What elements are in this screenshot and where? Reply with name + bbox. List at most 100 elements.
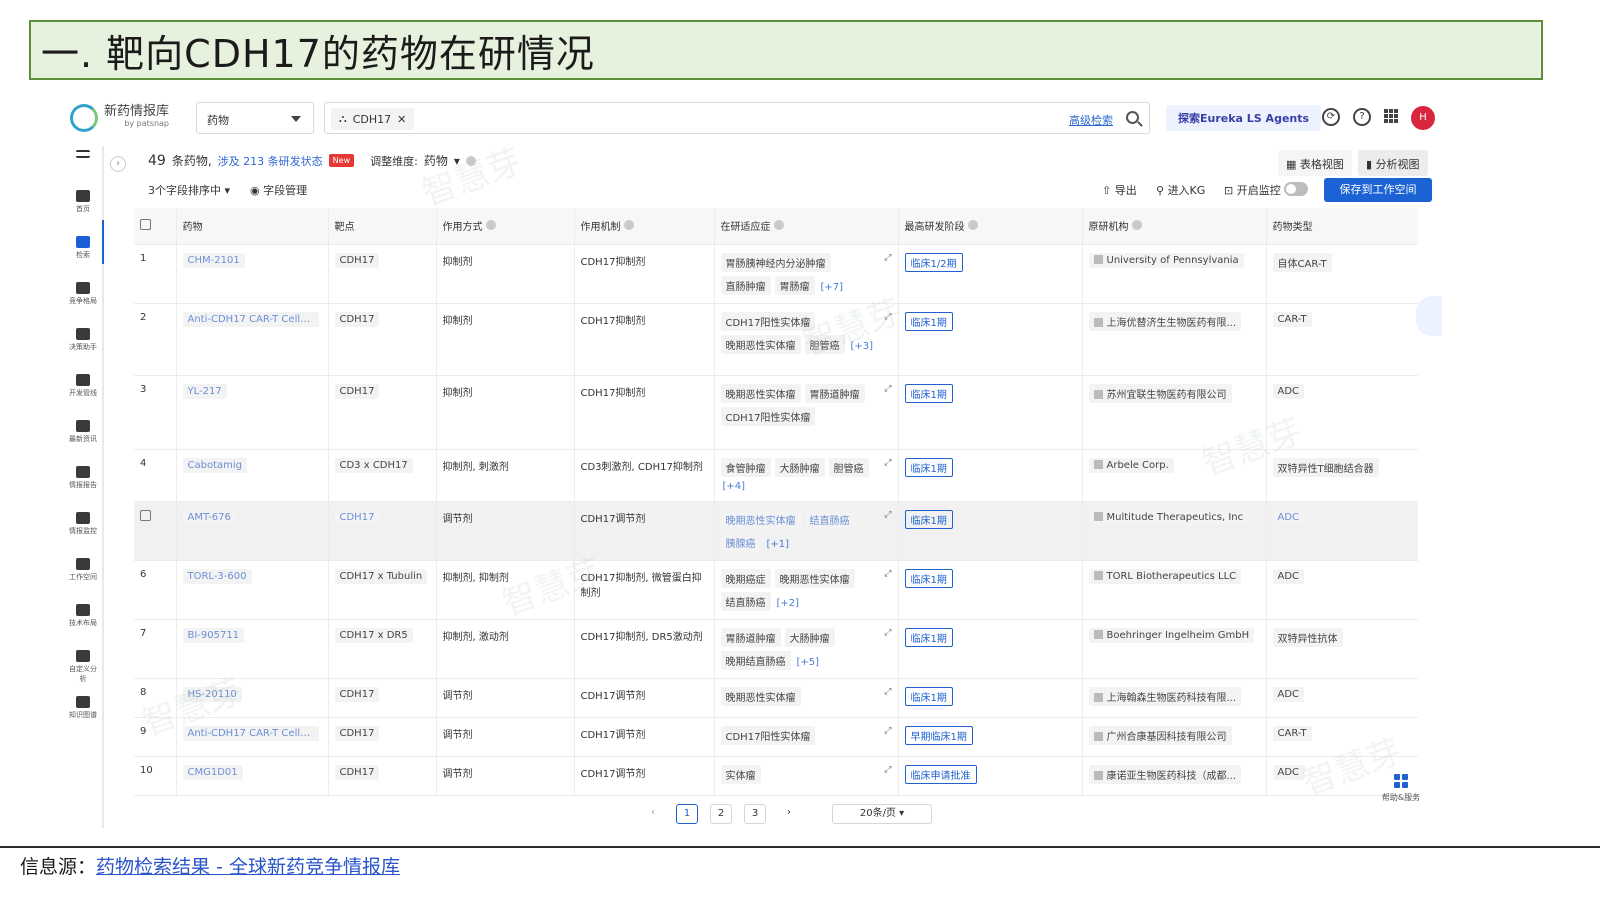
column-header[interactable]: 作用方式	[436, 208, 575, 244]
field-manage-button[interactable]: ◉ 字段管理	[250, 182, 307, 198]
drug-link[interactable]: HS-20110	[182, 686, 242, 702]
indication-tag[interactable]: 结直肠癌	[720, 591, 771, 611]
sidebar-menu-toggle[interactable]	[66, 150, 100, 160]
drug-type-tag[interactable]: ADC	[1272, 509, 1305, 525]
stage-badge[interactable]: 临床1期	[904, 509, 953, 529]
column-header[interactable]: 药物类型	[1266, 208, 1418, 244]
expand-icon[interactable]: ⤢	[884, 687, 891, 697]
collapse-sidebar-button[interactable]: ›	[110, 156, 126, 172]
analysis-view-button[interactable]: ▮ 分析视图	[1358, 150, 1428, 176]
org-tag[interactable]: 康诺亚生物医药科技（成都...	[1088, 764, 1242, 784]
help-icon[interactable]: ?	[1353, 108, 1371, 126]
stage-badge[interactable]: 临床1期	[904, 686, 953, 706]
column-header[interactable]: 靶点	[328, 208, 437, 244]
org-tag[interactable]: Multitude Therapeutics, Inc	[1088, 509, 1249, 525]
page-size-select[interactable]: 20条/页 ▾	[832, 804, 932, 824]
table-row[interactable]: 2 Anti-CDH17 CAR-T Cell(... CDH17 抑制剂 CD…	[134, 302, 1418, 375]
assistant-bot-button[interactable]	[1416, 296, 1442, 336]
org-tag[interactable]: 上海翰森生物医药科技有限...	[1088, 686, 1242, 706]
sidebar-item-decision[interactable]: 决策助手	[66, 328, 100, 352]
column-header[interactable]: 最高研发阶段	[898, 208, 1083, 244]
org-tag[interactable]: University of Pennsylvania	[1088, 252, 1244, 268]
indication-tag[interactable]: 直肠肿瘤	[720, 275, 771, 295]
table-row[interactable]: 4 Cabotamig CD3 x CDH17 抑制剂, 刺激剂 CD3刺激剂,…	[134, 448, 1418, 501]
more-indications-link[interactable]: [+4]	[723, 481, 746, 492]
export-button[interactable]: ⇧ 导出	[1102, 182, 1137, 198]
indication-tag[interactable]: 晚期恶性实体瘤	[720, 686, 801, 706]
table-row[interactable]: AMT-676 CDH17 调节剂 CDH17调节剂 ⤢ 晚期恶性实体瘤 结直肠癌胰…	[134, 500, 1418, 560]
page-button[interactable]: 2	[710, 804, 732, 824]
search-icon[interactable]	[1126, 111, 1139, 124]
sidebar-item-monitor[interactable]: 情报监控	[66, 512, 100, 536]
drug-link[interactable]: Cabotamig	[182, 457, 247, 473]
org-tag[interactable]: 苏州宜联生物医药有限公司	[1088, 383, 1232, 403]
column-header[interactable]: 作用机制	[574, 208, 715, 244]
target-tag[interactable]: CDH17 x Tubulin	[334, 568, 428, 584]
apps-grid-icon[interactable]	[1384, 109, 1398, 123]
source-link[interactable]: 药物检索结果 - 全球新药竞争情报库	[96, 856, 400, 878]
dimension-select[interactable]: 药物	[424, 152, 448, 169]
drug-link[interactable]: AMT-676	[182, 509, 236, 525]
info-icon[interactable]	[623, 220, 634, 231]
indication-tag[interactable]: 胆管癌	[828, 457, 869, 477]
info-icon[interactable]	[485, 220, 496, 231]
indication-tag[interactable]: 结直肠癌	[804, 509, 855, 529]
org-tag[interactable]: Arbele Corp.	[1088, 457, 1174, 473]
indication-tag[interactable]: 胰腺癌	[720, 532, 761, 552]
expand-icon[interactable]: ⤢	[884, 384, 891, 394]
drug-link[interactable]: TORL-3-600	[182, 568, 252, 584]
indication-tag[interactable]: 晚期癌症	[720, 568, 771, 588]
chevron-down-icon[interactable]: ▾	[454, 154, 460, 168]
drug-link[interactable]: CHM-2101	[182, 252, 245, 268]
info-icon[interactable]	[465, 155, 476, 166]
indication-tag[interactable]: 大肠肿瘤	[784, 627, 835, 647]
sidebar-item-custom-analysis[interactable]: 自定义分析	[66, 650, 100, 684]
target-tag[interactable]: CD3 x CDH17	[334, 457, 413, 473]
expand-icon[interactable]: ⤢	[884, 253, 891, 263]
help-service-button[interactable]: 帮助&服务	[1378, 774, 1424, 803]
sidebar-item-reports[interactable]: 情报报告	[66, 466, 100, 490]
drug-link[interactable]: Anti-CDH17 CAR-T Cell(...	[182, 725, 319, 741]
indication-tag[interactable]: 胃肠胰神经内分泌肿瘤	[720, 252, 831, 272]
drug-type-tag[interactable]: ADC	[1272, 383, 1305, 399]
drug-link[interactable]: YL-217	[182, 383, 227, 399]
more-indications-link[interactable]: [+7]	[821, 282, 844, 293]
stage-badge[interactable]: 临床1期	[904, 383, 953, 403]
more-indications-link[interactable]: [+2]	[777, 598, 800, 609]
target-tag[interactable]: CDH17	[334, 764, 380, 780]
sidebar-item-tech[interactable]: 技术布局	[66, 604, 100, 628]
drug-type-tag[interactable]: 双特异性抗体	[1272, 627, 1343, 647]
drug-type-tag[interactable]: 双特异性T细胞结合器	[1272, 457, 1379, 477]
sidebar-item-news[interactable]: 最新资讯	[66, 420, 100, 444]
next-page-button[interactable]: ›	[778, 804, 800, 824]
indication-tag[interactable]: 晚期恶性实体瘤	[720, 334, 801, 354]
save-to-workspace-button[interactable]: 保存到工作空间	[1324, 178, 1432, 202]
table-row[interactable]: 6 TORL-3-600 CDH17 x Tubulin 抑制剂, 抑制剂 CD…	[134, 559, 1418, 619]
indication-tag[interactable]: 胃肠道肿瘤	[720, 627, 781, 647]
drug-type-tag[interactable]: 自体CAR-T	[1272, 252, 1332, 272]
table-row[interactable]: 7 BI-905711 CDH17 x DR5 抑制剂, 激动剂 CDH17抑制…	[134, 618, 1418, 678]
table-row[interactable]: 9 Anti-CDH17 CAR-T Cell(... CDH17 调节剂 CD…	[134, 716, 1418, 756]
expand-icon[interactable]: ⤢	[884, 458, 891, 468]
indication-tag[interactable]: 晚期恶性实体瘤	[720, 383, 801, 403]
sidebar-item-competition[interactable]: 竞争格局	[66, 282, 100, 306]
column-header[interactable]: 药物	[176, 208, 329, 244]
info-icon[interactable]	[967, 220, 978, 231]
stage-badge[interactable]: 临床1/2期	[904, 252, 963, 272]
indication-tag[interactable]: 胃肠道肿瘤	[804, 383, 865, 403]
target-tag[interactable]: CDH17	[334, 686, 380, 702]
eureka-agents-button[interactable]: 探索Eureka LS Agents	[1166, 105, 1322, 131]
row-checkbox[interactable]	[140, 509, 151, 521]
indication-tag[interactable]: 晚期恶性实体瘤	[720, 509, 801, 529]
sidebar-item-workspace[interactable]: 工作空间	[66, 558, 100, 582]
indication-tag[interactable]: 大肠肿瘤	[774, 457, 825, 477]
select-all-checkbox[interactable]	[140, 218, 151, 230]
drug-type-tag[interactable]: ADC	[1272, 686, 1305, 702]
expand-icon[interactable]: ⤢	[884, 726, 891, 736]
status-link[interactable]: 涉及 213 条研发状态	[218, 153, 323, 169]
sort-fields-button[interactable]: 3个字段排序中 ▾	[148, 182, 230, 198]
enter-kg-button[interactable]: ⚲ 进入KG	[1156, 182, 1205, 198]
drug-link[interactable]: CMG1D01	[182, 764, 243, 780]
table-row[interactable]: 8 HS-20110 CDH17 调节剂 CDH17调节剂 ⤢ 晚期恶性实体瘤 临…	[134, 677, 1418, 717]
page-button[interactable]: 1	[676, 804, 698, 824]
